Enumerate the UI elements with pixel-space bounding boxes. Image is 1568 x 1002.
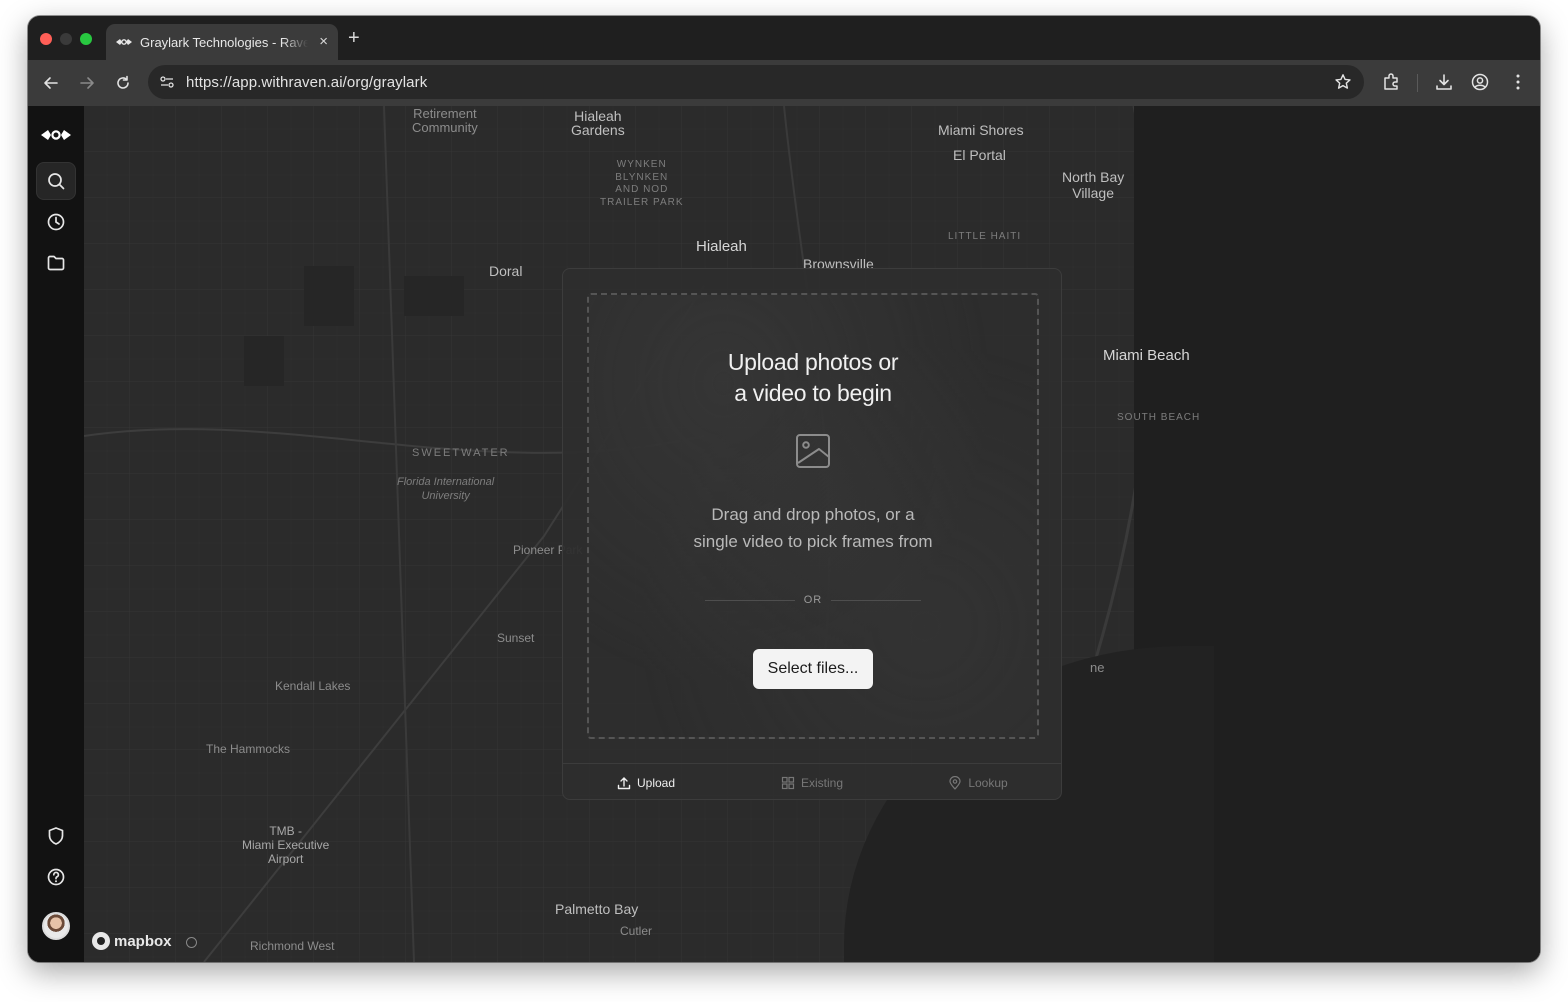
bookmark-star-icon[interactable] (1334, 73, 1352, 91)
sidebar-item-history[interactable] (36, 203, 76, 241)
arrow-right-icon (80, 77, 94, 89)
folder-icon (47, 255, 65, 271)
select-files-button[interactable]: Select files... (753, 649, 873, 689)
upload-title-line: Upload photos or (727, 349, 899, 375)
avatar[interactable] (42, 912, 70, 940)
browser-tab[interactable]: Graylark Technologies - Raven × (106, 24, 338, 60)
toolbar-separator (1417, 74, 1418, 92)
tab-label: Upload (636, 775, 676, 790)
upload-instructions: Drag and drop photos, or a single video … (589, 501, 1037, 555)
upload-dropzone[interactable]: Upload photos or a video to begin Drag a… (587, 293, 1039, 739)
url-text[interactable]: https://app.withraven.ai/org/graylark (186, 74, 427, 91)
raven-favicon-icon (116, 39, 132, 45)
browser-toolbar: https://app.withraven.ai/org/graylark (28, 60, 1540, 106)
map-label: Cutler (620, 924, 653, 938)
map-label: Miami Shores (938, 122, 1024, 138)
tab-upload[interactable]: Upload (563, 764, 729, 799)
tab-strip: Graylark Technologies - Raven × + (28, 16, 1540, 60)
map-label: ne (1090, 660, 1105, 675)
map-label: Richmond West (250, 939, 335, 953)
browser-window: Graylark Technologies - Raven × + https:… (28, 16, 1540, 962)
map-label: North Bay Village (1062, 169, 1125, 201)
image-icon (796, 434, 830, 468)
raven-home-link[interactable] (36, 116, 76, 154)
map-label: LITTLE HAITI (948, 231, 1022, 242)
map-label: Florida International University (397, 476, 495, 502)
upload-title-line: a video to begin (734, 380, 892, 406)
sidebar-item-security[interactable] (36, 817, 76, 855)
profile-icon[interactable] (1470, 72, 1490, 92)
more-menu-icon[interactable] (1508, 72, 1528, 92)
search-icon (48, 173, 65, 190)
reload-button[interactable] (112, 72, 134, 94)
mapbox-attribution: mapbox (114, 932, 172, 950)
map-label: WYNKEN BLYNKEN AND NOD TRAILER PARK (600, 159, 684, 208)
upload-tabs: Upload Existing Lookup (563, 763, 1061, 799)
tab-title: Graylark Technologies - Raven (140, 34, 308, 50)
map-label: TMB - Miami Executive Airport (242, 824, 330, 866)
app-content: Retirement Community Hialeah Gardens Mia… (28, 106, 1540, 962)
help-icon (47, 868, 65, 886)
map-label: Doral (489, 263, 523, 279)
map-label: Sunset (497, 631, 535, 645)
divider-line (831, 600, 921, 601)
maximize-window-button[interactable] (80, 33, 92, 45)
map-label: El Portal (953, 147, 1006, 163)
map-label: Kendall Lakes (275, 679, 351, 693)
sidebar (28, 106, 84, 962)
map-label: SOUTH BEACH (1117, 412, 1201, 423)
map-info-icon[interactable] (186, 937, 197, 948)
reload-icon (117, 75, 129, 89)
tab-existing[interactable]: Existing (729, 764, 895, 799)
grid-icon (781, 776, 795, 789)
map-label: SWEETWATER (412, 447, 510, 459)
shield-icon (48, 827, 64, 845)
map-view[interactable]: Retirement Community Hialeah Gardens Mia… (84, 106, 1540, 962)
upload-icon (617, 776, 631, 789)
site-settings-icon[interactable] (158, 73, 176, 91)
clock-icon (47, 213, 65, 231)
download-icon[interactable] (1434, 72, 1454, 92)
upload-instructions-line: single video to pick frames from (693, 532, 933, 551)
forward-button[interactable] (76, 72, 98, 94)
extensions-icon[interactable] (1382, 72, 1402, 92)
back-button[interactable] (40, 72, 62, 94)
or-divider: OR (705, 593, 921, 607)
map-label: Miami Beach (1103, 347, 1190, 364)
upload-title: Upload photos or a video to begin (589, 347, 1037, 409)
upload-instructions-line: Drag and drop photos, or a (711, 505, 915, 524)
upload-panel: Upload photos or a video to begin Drag a… (562, 268, 1062, 800)
map-label: The Hammocks (206, 742, 291, 756)
arrow-left-icon (44, 77, 58, 89)
mapbox-logo[interactable]: mapbox (92, 932, 172, 950)
tab-lookup[interactable]: Lookup (895, 764, 1061, 799)
map-label: Palmetto Bay (555, 901, 639, 917)
map-label: Retirement Community (412, 106, 478, 135)
sidebar-item-search[interactable] (36, 162, 76, 200)
map-label: Hialeah Gardens (571, 108, 625, 138)
sidebar-item-help[interactable] (36, 858, 76, 896)
map-label: Hialeah (696, 238, 747, 255)
close-window-button[interactable] (40, 33, 52, 45)
new-tab-button[interactable]: + (348, 27, 360, 49)
tab-close-icon[interactable]: × (319, 33, 328, 51)
tab-label: Existing (800, 775, 844, 790)
map-pin-icon (949, 775, 961, 790)
sidebar-item-files[interactable] (36, 244, 76, 282)
address-bar[interactable]: https://app.withraven.ai/org/graylark (148, 65, 1364, 99)
tab-label: Lookup (968, 775, 1008, 790)
raven-logo-icon (41, 130, 71, 140)
mapbox-logo-icon (92, 932, 110, 950)
minimize-window-button[interactable] (60, 33, 72, 45)
